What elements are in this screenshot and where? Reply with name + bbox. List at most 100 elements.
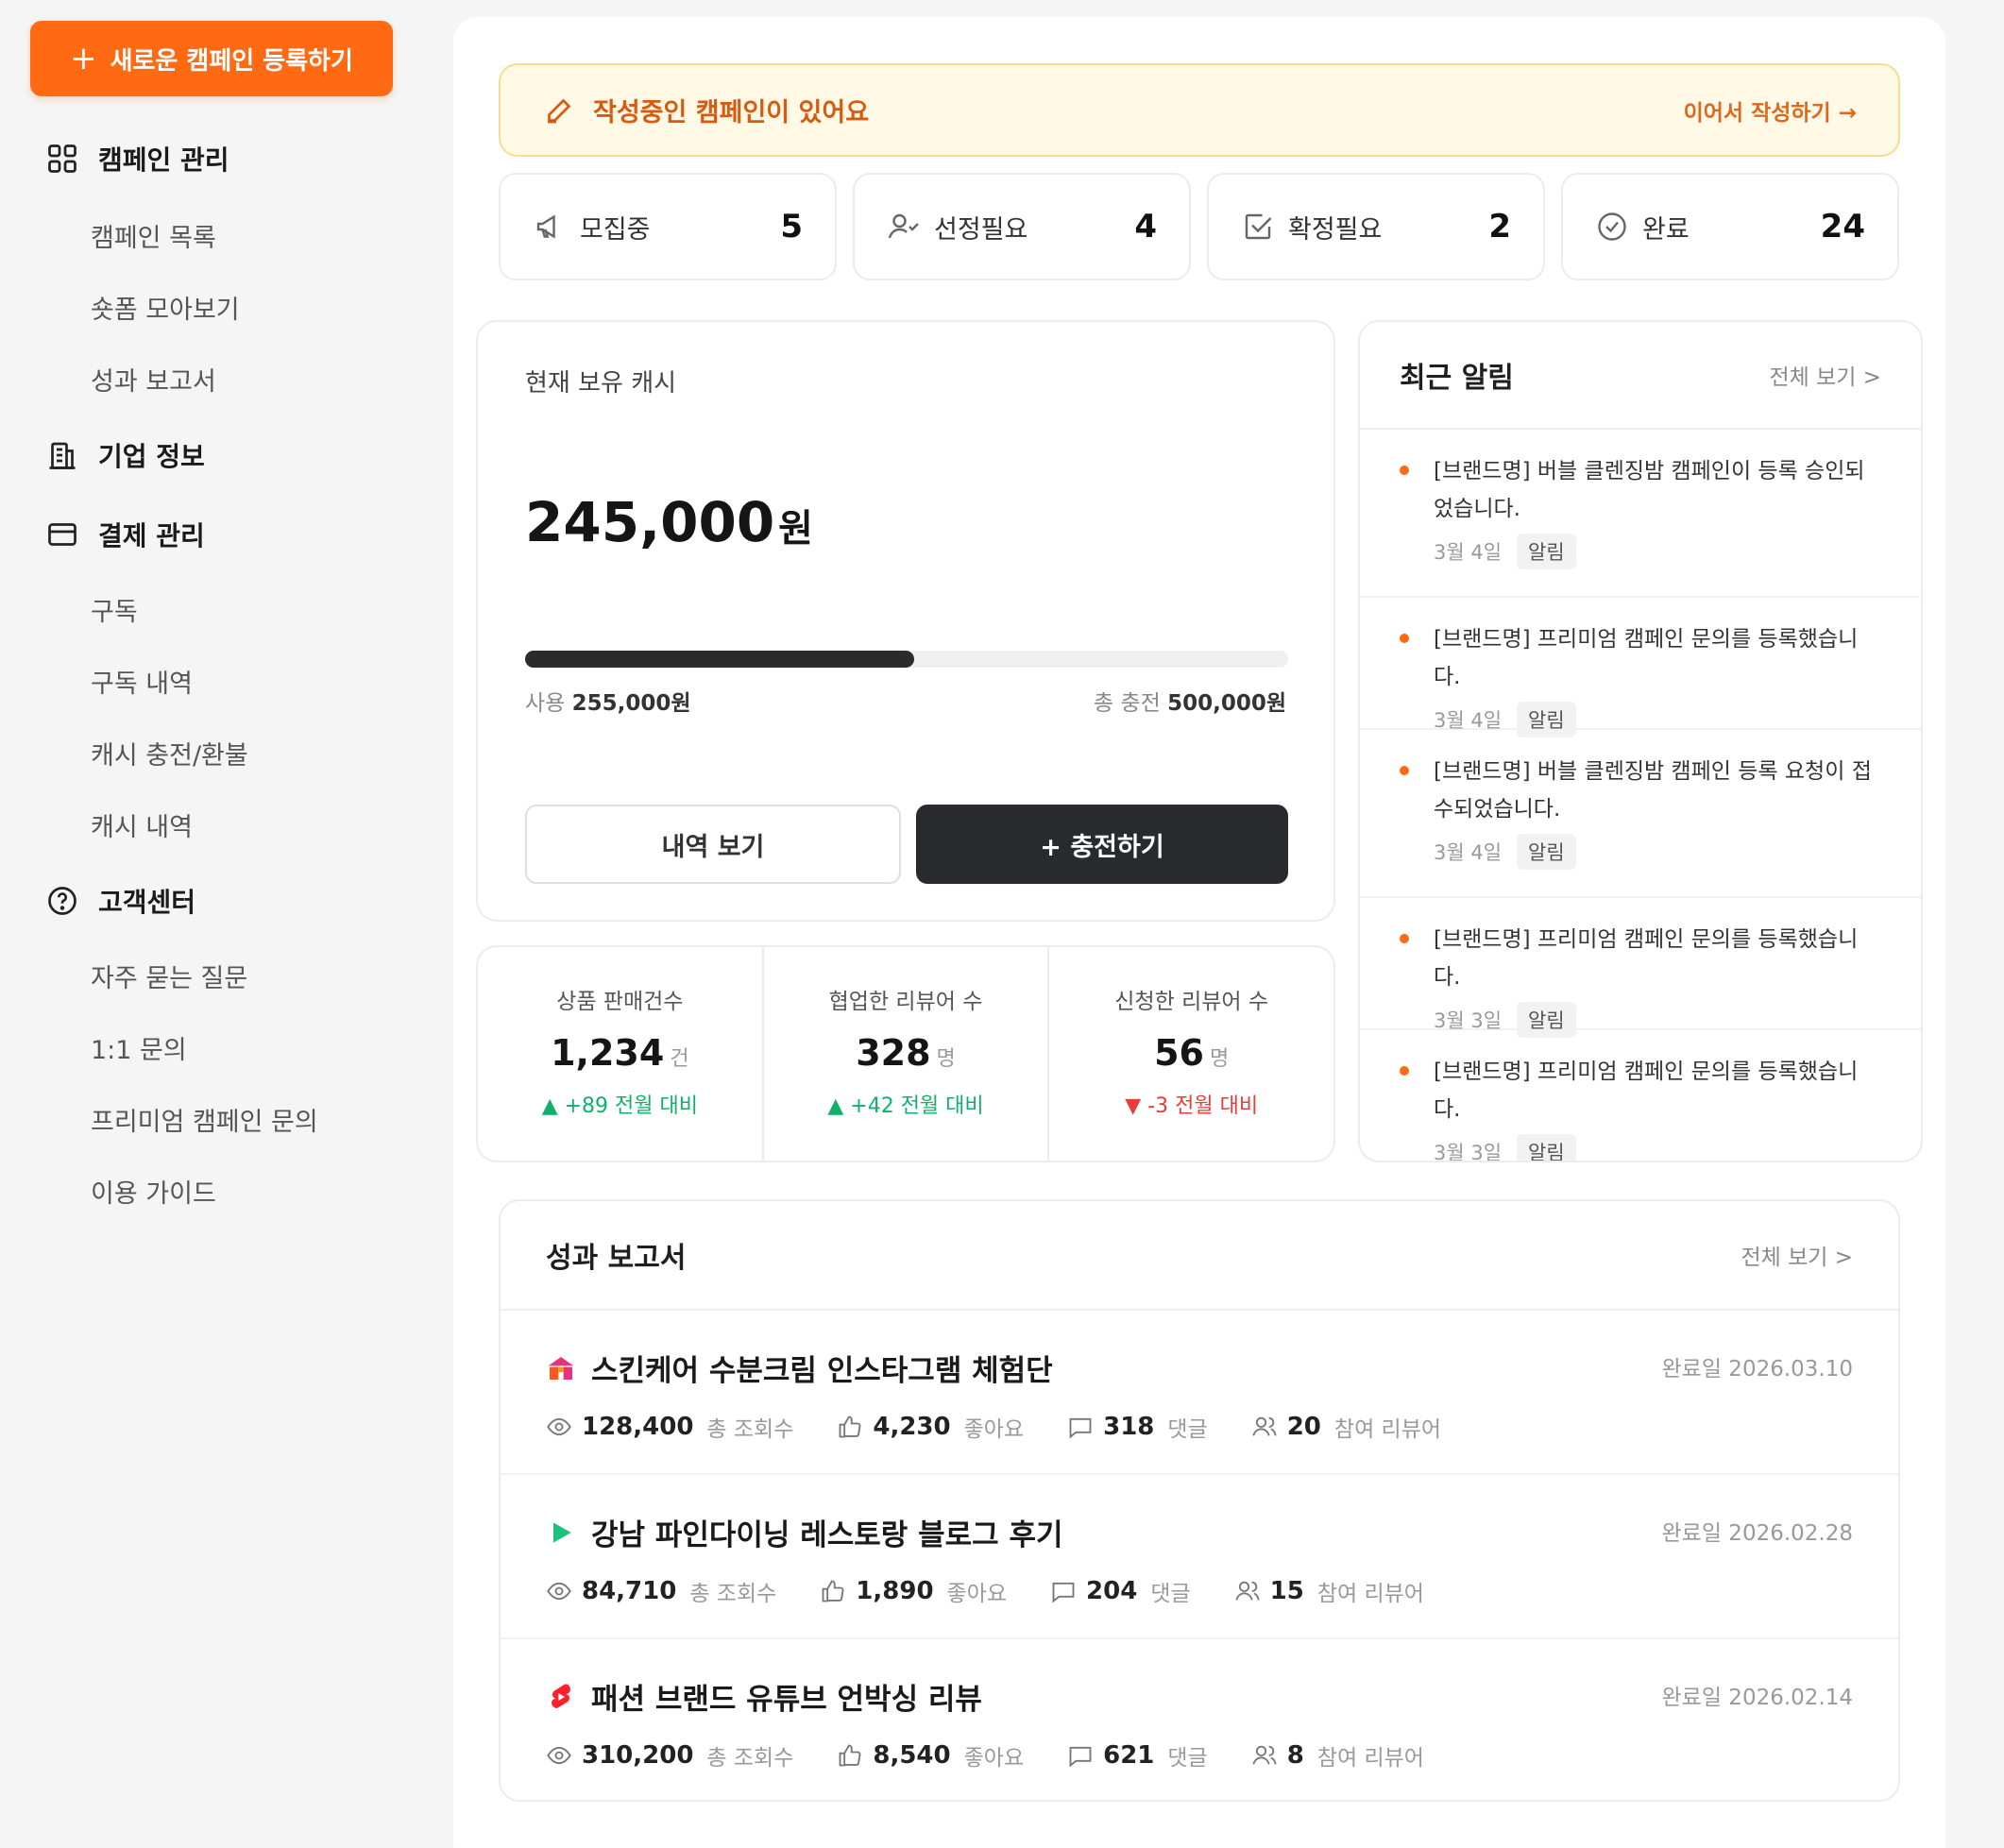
report-reviewers-label: 참여 리뷰어 — [1316, 1582, 1424, 1606]
help-circle-icon — [48, 887, 76, 915]
report-campaign-name: 강남 파인다이닝 레스토랑 블로그 후기 — [546, 1511, 1063, 1553]
metric-label: 상품 판매건수 — [556, 990, 684, 1014]
continue-writing-link[interactable]: 이어서 작성하기 → — [1684, 94, 1857, 127]
stat-label: 선정필요 — [934, 214, 1028, 245]
cash-total: 총 충전 500,000원 — [1094, 685, 1286, 717]
charge-button[interactable]: + 충전하기 — [916, 805, 1288, 884]
sidebar-item-cash-history[interactable]: 캐시 내역 — [91, 806, 193, 843]
notification-tag: 알림 — [1517, 1134, 1576, 1161]
notification-tag: 알림 — [1517, 834, 1576, 870]
draft-campaign-banner[interactable]: 작성중인 캠페인이 있어요 이어서 작성하기 → — [499, 63, 1900, 157]
metric-unit: 명 — [936, 1047, 956, 1071]
pencil-icon — [548, 98, 571, 123]
report-comments-value: 318 — [1103, 1413, 1155, 1441]
cash-amount: 245,000 원 — [525, 490, 813, 554]
stat-card-confirm-needed[interactable]: 확정필요 2 — [1207, 173, 1545, 280]
report-views-label: 총 조회수 — [706, 1746, 794, 1771]
report-reviewers-value: 8 — [1286, 1741, 1304, 1770]
report-row[interactable]: 강남 파인다이닝 레스토랑 블로그 후기 완료일 2026.02.28 84,7… — [501, 1475, 1898, 1639]
nav-section-support[interactable]: 고객센터 — [45, 882, 195, 920]
nav-section-label: 결제 관리 — [98, 520, 205, 551]
report-stat-comments: 318 댓글 — [1067, 1411, 1208, 1443]
report-title: 성과 보고서 — [546, 1242, 687, 1275]
nav-section-payment[interactable]: 결제 관리 — [45, 516, 205, 553]
report-views-value: 310,200 — [582, 1741, 694, 1770]
report-stat-comments: 204 댓글 — [1050, 1575, 1191, 1607]
report-campaign-title: 강남 파인다이닝 레스토랑 블로그 후기 — [591, 1518, 1063, 1552]
unread-dot-icon — [1400, 466, 1409, 475]
sidebar: + 새로운 캠페인 등록하기 캠페인 관리 캠페인 목록 숏폼 모아보기 성과 … — [0, 0, 434, 1848]
notification-item[interactable]: [브랜드명] 버블 클렌징밤 캠페인이 등록 승인되었습니다. 3월 4일 알림 — [1360, 430, 1921, 598]
notification-tag: 알림 — [1517, 534, 1576, 569]
notification-item[interactable]: [브랜드명] 버블 클렌징밤 캠페인 등록 요청이 접수되었습니다. 3월 4일… — [1360, 730, 1921, 898]
report-campaign-title: 패션 브랜드 유튜브 언박싱 리뷰 — [591, 1683, 982, 1717]
report-row[interactable]: 스킨케어 수분크림 인스타그램 체험단 완료일 2026.03.10 128,4… — [501, 1311, 1898, 1475]
stat-card-completed[interactable]: 완료 24 — [1561, 173, 1899, 280]
sidebar-item-campaign-list[interactable]: 캠페인 목록 — [91, 217, 216, 254]
new-campaign-button[interactable]: + 새로운 캠페인 등록하기 — [30, 21, 393, 96]
cash-usage-fill — [525, 651, 915, 668]
report-stat-reviewers: 8 참여 리뷰어 — [1251, 1739, 1424, 1772]
metric-label: 협업한 리뷰어 수 — [828, 990, 983, 1014]
sidebar-item-subscription-history[interactable]: 구독 내역 — [91, 663, 193, 700]
sidebar-item-faq[interactable]: 자주 묻는 질문 — [91, 958, 247, 994]
building-icon — [49, 442, 76, 469]
checkbox-icon — [1245, 213, 1272, 240]
stat-label: 완료 — [1642, 214, 1690, 245]
instagram-icon — [548, 1356, 574, 1380]
cash-total-label: 총 충전 — [1093, 691, 1161, 716]
stat-value: 4 — [1134, 208, 1157, 246]
view-history-button[interactable]: 내역 보기 — [525, 805, 901, 884]
nav-section-company[interactable]: 기업 정보 — [45, 436, 205, 474]
sidebar-item-premium-inquiry[interactable]: 프리미엄 캠페인 문의 — [91, 1101, 318, 1138]
metric-collab-reviewers: 협업한 리뷰어 수 328 명 ▲ +42 전월 대비 — [764, 947, 1050, 1161]
report-likes-label: 좋아요 — [963, 1746, 1025, 1771]
stat-value: 2 — [1488, 208, 1511, 246]
report-stat-reviewers: 15 참여 리뷰어 — [1234, 1575, 1424, 1607]
notification-meta: 3월 4일 알림 — [1434, 834, 1881, 870]
report-stat-likes: 8,540 좋아요 — [837, 1739, 1024, 1772]
users-icon — [1235, 1581, 1260, 1601]
report-comments-value: 204 — [1086, 1577, 1138, 1605]
metric-sales: 상품 판매건수 1,234 건 ▲ +89 전월 대비 — [478, 947, 764, 1161]
report-stat-likes: 1,890 좋아요 — [820, 1575, 1007, 1607]
metric-value: 328 명 — [764, 1032, 1048, 1074]
notification-item[interactable]: [브랜드명] 프리미엄 캠페인 문의를 등록했습니다. 3월 3일 알림 — [1360, 1030, 1921, 1162]
report-reviewers-value: 20 — [1286, 1413, 1321, 1441]
report-campaign-title: 스킨케어 수분크림 인스타그램 체험단 — [591, 1354, 1053, 1388]
banner-text: 작성중인 캠페인이 있어요 — [593, 98, 870, 127]
report-views-value: 84,710 — [582, 1577, 677, 1605]
notifications-view-all-link[interactable]: 전체 보기 > — [1769, 359, 1881, 391]
sidebar-item-inquiry[interactable]: 1:1 문의 — [91, 1029, 187, 1066]
unread-dot-icon — [1400, 766, 1409, 775]
users-icon — [1252, 1745, 1277, 1765]
stat-card-selection-needed[interactable]: 선정필요 4 — [853, 173, 1191, 280]
report-views-label: 총 조회수 — [689, 1582, 777, 1606]
report-header: 성과 보고서 전체 보기 > — [501, 1201, 1898, 1311]
notification-item[interactable]: [브랜드명] 프리미엄 캠페인 문의를 등록했습니다. 3월 3일 알림 — [1360, 898, 1921, 1038]
sidebar-item-subscription[interactable]: 구독 — [91, 591, 138, 628]
metric-change: ▼ -3 전월 대비 — [1125, 1094, 1259, 1118]
report-row[interactable]: 패션 브랜드 유튜브 언박싱 리뷰 완료일 2026.02.14 310,200… — [501, 1639, 1898, 1804]
sidebar-item-report[interactable]: 성과 보고서 — [91, 361, 216, 398]
nav-section-label: 기업 정보 — [98, 441, 205, 472]
nav-section-label: 캠페인 관리 — [98, 144, 229, 176]
report-view-all-link[interactable]: 전체 보기 > — [1741, 1239, 1853, 1271]
sidebar-item-cash-charge[interactable]: 캐시 충전/환불 — [91, 735, 248, 771]
stat-label: 확정필요 — [1288, 214, 1383, 245]
report-stat-views: 84,710 총 조회수 — [546, 1575, 776, 1607]
sidebar-item-shortform[interactable]: 숏폼 모아보기 — [91, 289, 240, 326]
report-views-value: 128,400 — [582, 1413, 694, 1441]
notification-text: [브랜드명] 프리미엄 캠페인 문의를 등록했습니다. — [1434, 1060, 1859, 1122]
notification-item[interactable]: [브랜드명] 프리미엄 캠페인 문의를 등록했습니다. 3월 4일 알림 — [1360, 598, 1921, 738]
stat-card-recruiting[interactable]: 모집중 5 — [499, 173, 837, 280]
metric-number: 56 — [1154, 1032, 1204, 1074]
eye-icon — [547, 1417, 571, 1436]
eye-icon — [547, 1582, 571, 1601]
report-stat-comments: 621 댓글 — [1067, 1739, 1208, 1772]
users-icon — [1252, 1416, 1277, 1436]
nav-section-campaign[interactable]: 캠페인 관리 — [45, 140, 229, 178]
notification-date: 3월 3일 — [1434, 1142, 1503, 1162]
report-likes-value: 8,540 — [873, 1741, 951, 1770]
sidebar-item-guide[interactable]: 이용 가이드 — [91, 1173, 216, 1210]
